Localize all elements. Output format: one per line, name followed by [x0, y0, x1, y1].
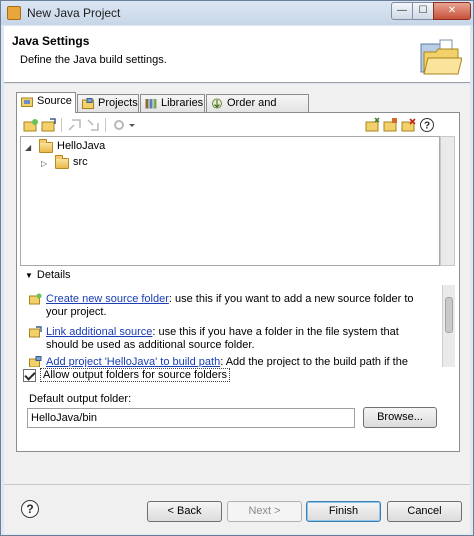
- link-folder-icon: [29, 326, 42, 338]
- source-icon: [21, 97, 33, 107]
- details-label: Details: [36, 269, 71, 281]
- chevron-down-icon: ▼: [25, 271, 33, 280]
- window-title: New Java Project: [27, 6, 121, 20]
- create-folder-link[interactable]: Create new source folder: [46, 293, 169, 305]
- wizard-footer: ? < Back Next > Finish Cancel: [4, 484, 470, 534]
- collapse-icon[interactable]: [85, 117, 101, 133]
- details-section-toggle[interactable]: ▼ Details: [25, 269, 71, 281]
- tab-projects-label: Projects: [98, 97, 138, 109]
- page-title: Java Settings: [12, 34, 90, 48]
- tab-source[interactable]: Source: [16, 92, 76, 113]
- expand-icon[interactable]: [67, 117, 83, 133]
- remove-folder-icon[interactable]: [401, 117, 417, 133]
- back-button[interactable]: < Back: [147, 501, 222, 522]
- finish-button[interactable]: Finish: [306, 501, 381, 522]
- add-project-icon: [29, 356, 42, 367]
- details-content: Create new source folder: use this if yo…: [20, 285, 457, 367]
- help-icon[interactable]: ?: [21, 500, 39, 518]
- browse-button[interactable]: Browse...: [363, 407, 437, 428]
- order-export-icon: [212, 98, 222, 109]
- tree-item-label: src: [73, 156, 88, 168]
- title-bar[interactable]: New Java Project — ☐ ✕: [1, 1, 473, 25]
- open-folder-icon: [420, 39, 462, 75]
- tab-order-and-export[interactable]: Order and Export: [206, 94, 309, 125]
- tree-item-src[interactable]: ▷ src: [41, 155, 131, 171]
- cancel-button[interactable]: Cancel: [387, 501, 462, 522]
- configure-icon[interactable]: [111, 117, 127, 133]
- projects-icon: [82, 98, 94, 109]
- allow-output-folders-label[interactable]: Allow output folders for source folders: [40, 368, 231, 383]
- edit-folder-icon[interactable]: [383, 117, 399, 133]
- tree-expand-toggle[interactable]: ◢: [25, 140, 31, 155]
- next-button[interactable]: Next >: [227, 501, 302, 522]
- default-output-folder-label: Default output folder:: [29, 393, 132, 405]
- new-source-folder-icon[interactable]: [365, 117, 381, 133]
- detail-add-project: Add project 'HelloJava' to build path: A…: [29, 356, 426, 367]
- project-folder-icon: [39, 139, 53, 153]
- package-folder-icon: [55, 155, 69, 169]
- details-scrollbar[interactable]: [442, 285, 455, 367]
- default-output-folder-input[interactable]: [27, 408, 355, 428]
- close-button[interactable]: ✕: [433, 2, 471, 20]
- app-icon: [7, 6, 21, 20]
- link-additional-source-link[interactable]: Link additional source: [46, 326, 152, 338]
- tree-collapse-toggle[interactable]: ▷: [41, 156, 47, 171]
- tree-item-project[interactable]: ◢ HelloJava: [25, 139, 145, 155]
- help-icon[interactable]: ?: [419, 117, 435, 133]
- allow-output-folders-checkbox[interactable]: [23, 368, 36, 382]
- tab-source-label: Source: [37, 95, 72, 107]
- toolbar-separator: [61, 118, 62, 132]
- minimize-button[interactable]: —: [391, 2, 413, 20]
- add-folder-icon[interactable]: [23, 117, 39, 133]
- svg-text:?: ?: [424, 121, 430, 132]
- tree-item-label: HelloJava: [57, 140, 106, 152]
- source-folder-tree[interactable]: ◢ HelloJava ▷ src: [20, 136, 440, 266]
- libraries-icon: [145, 99, 157, 109]
- tab-projects[interactable]: Projects: [77, 94, 139, 112]
- allow-output-folders-row[interactable]: Allow output folders for source folders: [23, 368, 231, 384]
- wizard-header: Java Settings Define the Java build sett…: [4, 26, 470, 83]
- link-source-icon[interactable]: [41, 117, 57, 133]
- source-tab-panel: ? ◢ HelloJava ▷ src ▼ Details Create new…: [16, 112, 460, 452]
- new-folder-icon: [29, 293, 42, 305]
- new-java-project-window: New Java Project — ☐ ✕ Java Settings Def…: [0, 0, 474, 536]
- tab-libraries-label: Libraries: [161, 97, 204, 109]
- detail-link-source: Link additional source: use this if you …: [29, 326, 426, 352]
- tree-scrollbar[interactable]: [440, 136, 455, 266]
- add-project-link[interactable]: Add project 'HelloJava' to build path: [46, 356, 220, 367]
- tab-libraries[interactable]: Libraries: [140, 94, 205, 112]
- scrollbar-thumb[interactable]: [445, 297, 453, 333]
- maximize-button[interactable]: ☐: [412, 2, 434, 20]
- toolbar-separator: [105, 118, 106, 132]
- chevron-down-icon[interactable]: [127, 117, 137, 133]
- wizard-body: Source Projects Libraries Order and Expo…: [4, 84, 470, 484]
- page-description: Define the Java build settings.: [20, 54, 167, 66]
- detail-create-folder: Create new source folder: use this if yo…: [29, 293, 426, 319]
